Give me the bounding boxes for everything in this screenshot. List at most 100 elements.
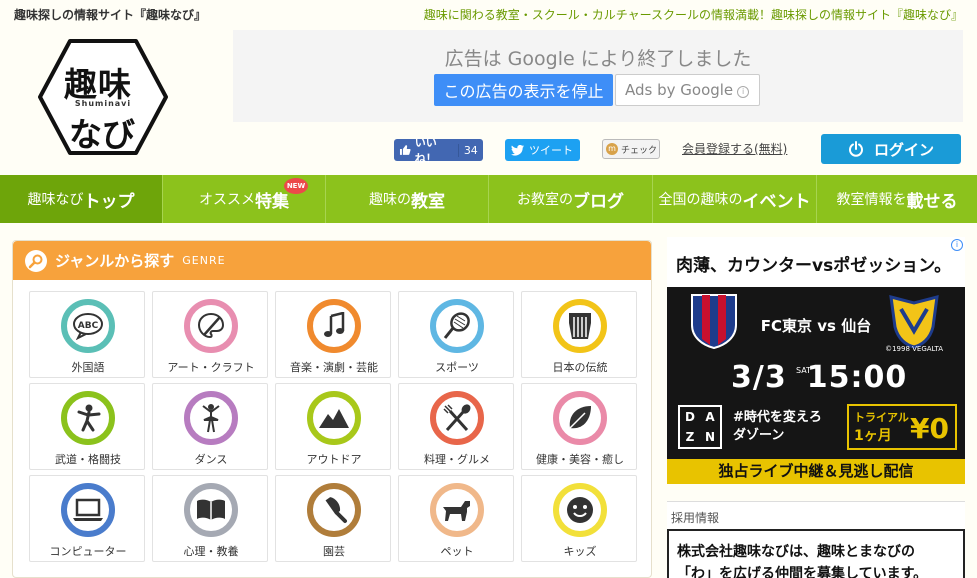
like-label: いいね！ — [414, 136, 437, 165]
dog-icon — [430, 483, 484, 537]
ad-headline: 肉薄、カウンターvsポゼッション。 — [667, 237, 965, 287]
martial-arts-icon — [61, 391, 115, 445]
ads-by-label: Ads by Google — [625, 81, 734, 99]
genre-tile-computer[interactable]: コンピューター — [29, 475, 145, 562]
genre-label: 武道・格闘技 — [55, 453, 121, 466]
genre-tile-language[interactable]: ABC 外国語 — [29, 291, 145, 378]
nav-label-pre: お教室の — [517, 192, 573, 208]
power-icon — [849, 141, 863, 157]
genre-label: スポーツ — [435, 361, 479, 374]
dazn-logo: DAZN — [678, 405, 722, 449]
svg-text:ABC: ABC — [78, 321, 99, 331]
genre-label: ペット — [440, 545, 474, 558]
slogan-line1: #時代を変えろ — [733, 410, 822, 425]
nav-item-classes[interactable]: 趣味の 教室 — [326, 175, 489, 223]
ad-info-icon[interactable]: i — [951, 239, 963, 251]
genre-tile-music[interactable]: 音楽・演劇・芸能 — [275, 291, 391, 378]
genre-tile-art[interactable]: アート・クラフト — [152, 291, 268, 378]
dazn-letter: A — [705, 410, 715, 424]
genre-tile-health[interactable]: 健康・美容・癒し — [521, 383, 637, 470]
tweet-button[interactable]: ツイート — [505, 139, 580, 161]
date-text: 3/3 — [731, 360, 787, 395]
genre-header: ジャンルから探す GENRE — [13, 241, 651, 280]
tweet-label: ツイート — [529, 144, 573, 157]
thumbs-up-icon — [399, 145, 411, 155]
genre-tile-culture[interactable]: 心理・教養 — [152, 475, 268, 562]
genre-tile-gardening[interactable]: 園芸 — [275, 475, 391, 562]
nav-label-main: 教室 — [411, 191, 445, 212]
trial-price: ¥0 — [910, 412, 949, 445]
nav-label-pre: 趣味の — [369, 192, 411, 208]
music-note-icon — [307, 299, 361, 353]
nav-item-blog[interactable]: お教室の ブログ — [489, 175, 653, 223]
ballerina-icon — [184, 391, 238, 445]
mixi-check-button[interactable]: m チェック — [602, 139, 660, 159]
nav-label-main: 載せる — [906, 191, 958, 212]
main-navigation: 趣味なび トップ オススメ 特集 NEW 趣味の 教室 お教室の ブログ 全国の趣味のイ… — [0, 175, 977, 223]
leaf-icon — [553, 391, 607, 445]
dazn-letter: N — [704, 430, 716, 444]
nav-label-pre: オススメ — [199, 192, 255, 208]
dazn-ad-banner[interactable]: 肉薄、カウンターvsポゼッション。 i FC東京 vs 仙台 ©1998 VEG… — [667, 237, 965, 484]
genre-tile-outdoor[interactable]: アウトドア — [275, 383, 391, 470]
abc-speech-icon: ABC — [61, 299, 115, 353]
nav-item-events[interactable]: 全国の趣味の イベント — [653, 175, 817, 223]
trial-offer: トライアル 1ヶ月 ¥0 — [847, 404, 957, 450]
day-of-week: SAT — [796, 366, 811, 375]
genre-title: ジャンルから探す — [55, 252, 175, 270]
smiley-icon — [553, 483, 607, 537]
genre-tile-tradition[interactable]: 日本の伝統 — [521, 291, 637, 378]
book-icon — [184, 483, 238, 537]
genre-label: アウトドア — [306, 453, 362, 466]
nav-label-main: 特集 — [255, 191, 289, 212]
genre-label: 園芸 — [323, 545, 345, 558]
genre-label: アート・クラフト — [167, 361, 255, 374]
genre-subtitle: GENRE — [182, 254, 226, 267]
nav-label-main: ブログ — [573, 191, 624, 212]
ads-by-google-button[interactable]: Ads by Google i — [615, 74, 760, 106]
genre-tile-dance[interactable]: ダンス — [152, 383, 268, 470]
nav-item-features[interactable]: オススメ 特集 NEW — [163, 175, 326, 223]
genre-panel: ジャンルから探す GENRE ABC 外国語 アート・クラフト 音楽・演劇・芸能… — [12, 240, 652, 578]
login-button[interactable]: ログイン — [821, 134, 961, 164]
login-label: ログイン — [873, 140, 934, 159]
genre-label: コンピューター — [49, 545, 127, 558]
palette-icon — [184, 299, 238, 353]
nav-item-post-class[interactable]: 教室情報を 載せる — [817, 175, 977, 223]
genre-label: 料理・グルメ — [424, 453, 490, 466]
check-label: チェック — [621, 145, 658, 156]
recruit-banner[interactable]: 株式会社趣味なびは、趣味とまなびの 「わ」を広げる仲間を募集しています。 — [667, 529, 965, 578]
nav-label-pre: 全国の趣味の — [658, 192, 743, 208]
register-link[interactable]: 会員登録する(無料) — [682, 140, 787, 157]
site-logo[interactable]: 趣味 Shuminavi なび — [36, 38, 170, 156]
genre-label: ダンス — [194, 453, 228, 466]
nav-item-top[interactable]: 趣味なび トップ — [0, 175, 163, 223]
like-count: 34 — [457, 143, 483, 157]
genre-label: キッズ — [563, 545, 597, 558]
genre-tile-sports[interactable]: スポーツ — [398, 291, 514, 378]
site-description: 趣味に関わる教室・スクール・カルチャースクールの情報満載！趣味探しの情報サイト『… — [423, 8, 963, 22]
tennis-racket-icon — [430, 299, 484, 353]
genre-tile-martial-arts[interactable]: 武道・格闘技 — [29, 383, 145, 470]
recruit-section: 採用情報 株式会社趣味なびは、趣味とまなびの 「わ」を広げる仲間を募集しています… — [667, 501, 965, 578]
ad-footer: 独占ライブ中継＆見逃し配信 — [667, 459, 965, 484]
top-ad-banner: 広告は Google により終了しました この広告の表示を停止 Ads by G… — [233, 30, 963, 122]
facebook-like-button[interactable]: いいね！ 34 — [394, 136, 483, 165]
dazn-letter: D — [685, 410, 695, 424]
laptop-icon — [61, 483, 115, 537]
site-tagline: 趣味探しの情報サイト『趣味なび』 — [14, 8, 207, 22]
genre-tile-pet[interactable]: ペット — [398, 475, 514, 562]
genre-label: 日本の伝統 — [552, 361, 608, 374]
mixi-icon: m — [606, 143, 618, 155]
genre-tile-kids[interactable]: キッズ — [521, 475, 637, 562]
ad-closed-message: 広告は Google により終了しました — [444, 48, 752, 70]
slogan-line2: ダゾーン — [733, 428, 785, 443]
genre-tile-cooking[interactable]: 料理・グルメ — [398, 383, 514, 470]
stop-ad-button[interactable]: この広告の表示を停止 — [434, 74, 613, 106]
time-text: 15:00 — [806, 360, 908, 395]
genre-label: 心理・教養 — [183, 545, 239, 558]
recruit-caption: 採用情報 — [671, 511, 720, 525]
dazn-letter: Z — [685, 430, 695, 444]
trowel-icon — [307, 483, 361, 537]
new-badge: NEW — [284, 178, 308, 194]
